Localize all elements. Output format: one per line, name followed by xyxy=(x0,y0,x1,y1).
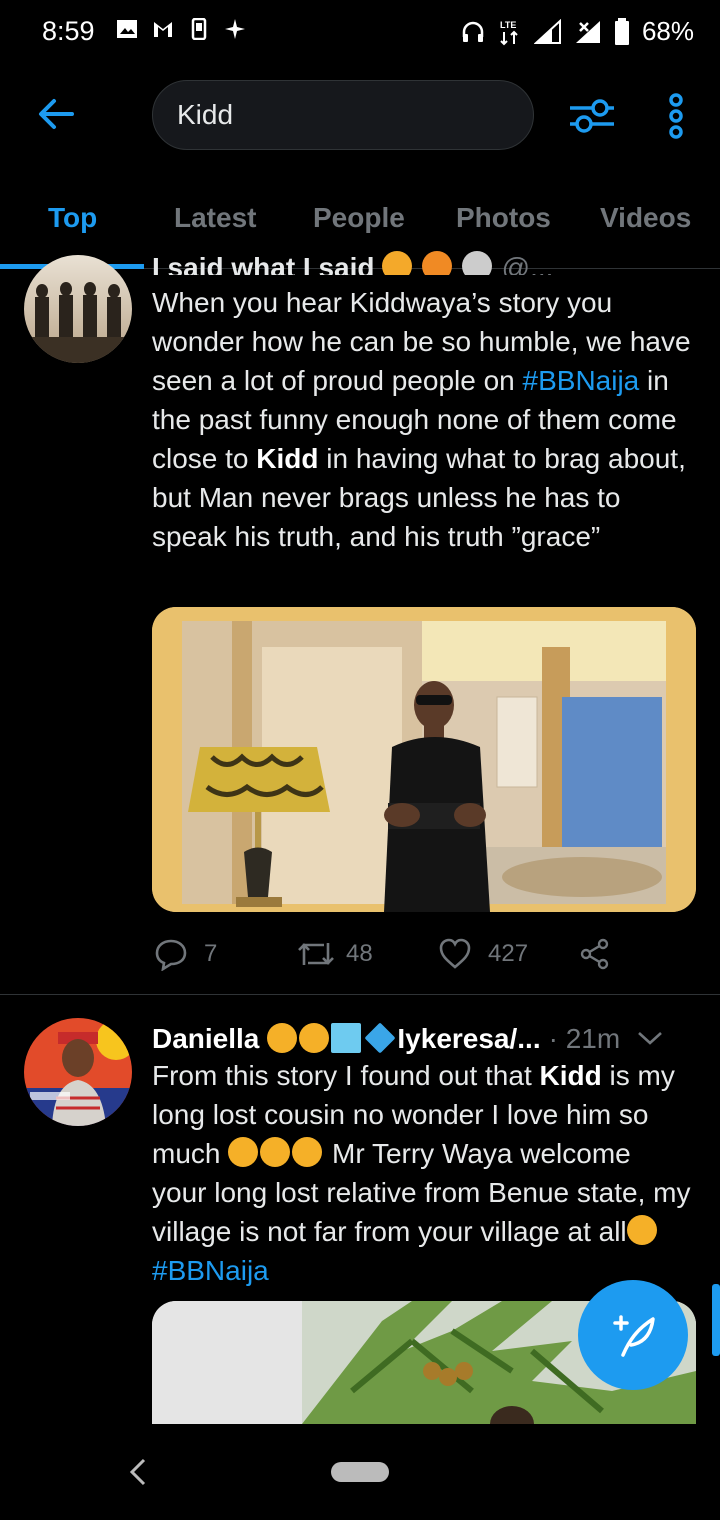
tab-top[interactable]: Top xyxy=(48,202,97,234)
reply-icon[interactable] xyxy=(154,937,188,971)
lte-data-icon: LTE xyxy=(500,20,518,45)
nav-home-pill[interactable] xyxy=(331,1462,389,1482)
retweet-icon[interactable] xyxy=(296,937,336,971)
reply-count: 7 xyxy=(204,940,218,967)
author-handle: Iykeresa/... xyxy=(397,1022,541,1054)
back-arrow-icon[interactable] xyxy=(36,94,76,134)
nav-back-icon[interactable] xyxy=(126,1456,150,1488)
compose-feather-icon xyxy=(613,1315,655,1357)
notification-icons xyxy=(116,18,246,40)
emoji-icon xyxy=(382,251,413,275)
tweet-time: · 21m xyxy=(548,1022,621,1054)
tweet-actions: 7 48 427 xyxy=(152,932,672,976)
system-navigation-bar xyxy=(0,1424,720,1520)
tweet-image[interactable] xyxy=(152,607,696,912)
snowflake-emoji-icon xyxy=(331,1023,362,1053)
battery-icon xyxy=(614,17,629,45)
scrollbar-thumb[interactable] xyxy=(712,1284,720,1356)
pinwheel-icon xyxy=(225,19,245,39)
svg-text:LTE: LTE xyxy=(500,20,516,30)
tab-videos[interactable]: Videos xyxy=(600,202,691,234)
tab-latest[interactable]: Latest xyxy=(174,202,256,234)
status-time: 8:59 xyxy=(42,16,95,46)
hashtag-link[interactable]: #BBNaija xyxy=(523,365,640,396)
avatar[interactable] xyxy=(24,1018,132,1126)
smiling-hearts-emoji-icon xyxy=(267,1023,298,1053)
chevron-down-icon[interactable] xyxy=(636,1028,664,1048)
signal-icon xyxy=(533,18,561,44)
tweet-text: When you hear Kiddwaya’s story you wonde… xyxy=(152,287,691,552)
search-input[interactable]: Kidd xyxy=(152,80,534,150)
retweet-count: 48 xyxy=(346,940,373,967)
like-count: 427 xyxy=(488,940,529,967)
tweet-divider xyxy=(0,994,720,995)
more-options-icon[interactable] xyxy=(664,92,688,140)
avatar[interactable] xyxy=(24,255,132,363)
gallery-icon xyxy=(117,20,137,38)
search-filter-icon[interactable] xyxy=(568,92,616,140)
weary-face-emoji-icon xyxy=(228,1137,259,1167)
system-icons: LTE 68% xyxy=(460,16,694,47)
author-name[interactable]: Daniella xyxy=(152,1019,259,1058)
weary-face-emoji-icon xyxy=(292,1137,323,1167)
tweet-header-partial: I said what I said @... xyxy=(152,251,672,275)
compose-tweet-button[interactable] xyxy=(578,1280,688,1390)
tweet-header: Daniella Iykeresa/... · 21m xyxy=(152,1018,692,1058)
share-icon[interactable] xyxy=(578,937,612,971)
smiling-hearts-emoji-icon xyxy=(626,1215,657,1245)
signal-no-service-icon xyxy=(575,20,600,43)
tab-people[interactable]: People xyxy=(313,202,405,234)
diamond-emoji-icon xyxy=(364,1022,396,1054)
headphones-icon xyxy=(462,21,484,42)
weary-face-emoji-icon xyxy=(260,1137,291,1167)
hashtag-link[interactable]: #BBNaija xyxy=(152,1255,269,1286)
gmail-icon xyxy=(154,22,172,37)
battery-percentage: 68% xyxy=(641,16,694,46)
phone-icon xyxy=(191,18,207,40)
search-query: Kidd xyxy=(177,99,234,130)
like-icon[interactable] xyxy=(438,937,472,971)
emoji-icon xyxy=(422,251,453,275)
search-header: Kidd xyxy=(0,64,720,174)
status-bar: 8:59 LTE 68% xyxy=(0,0,720,64)
smiling-hearts-emoji-icon xyxy=(299,1023,330,1053)
tab-photos[interactable]: Photos xyxy=(456,202,551,234)
emoji-icon xyxy=(461,251,492,275)
tweet-text: From this story I found out that Kidd is… xyxy=(152,1060,691,1286)
